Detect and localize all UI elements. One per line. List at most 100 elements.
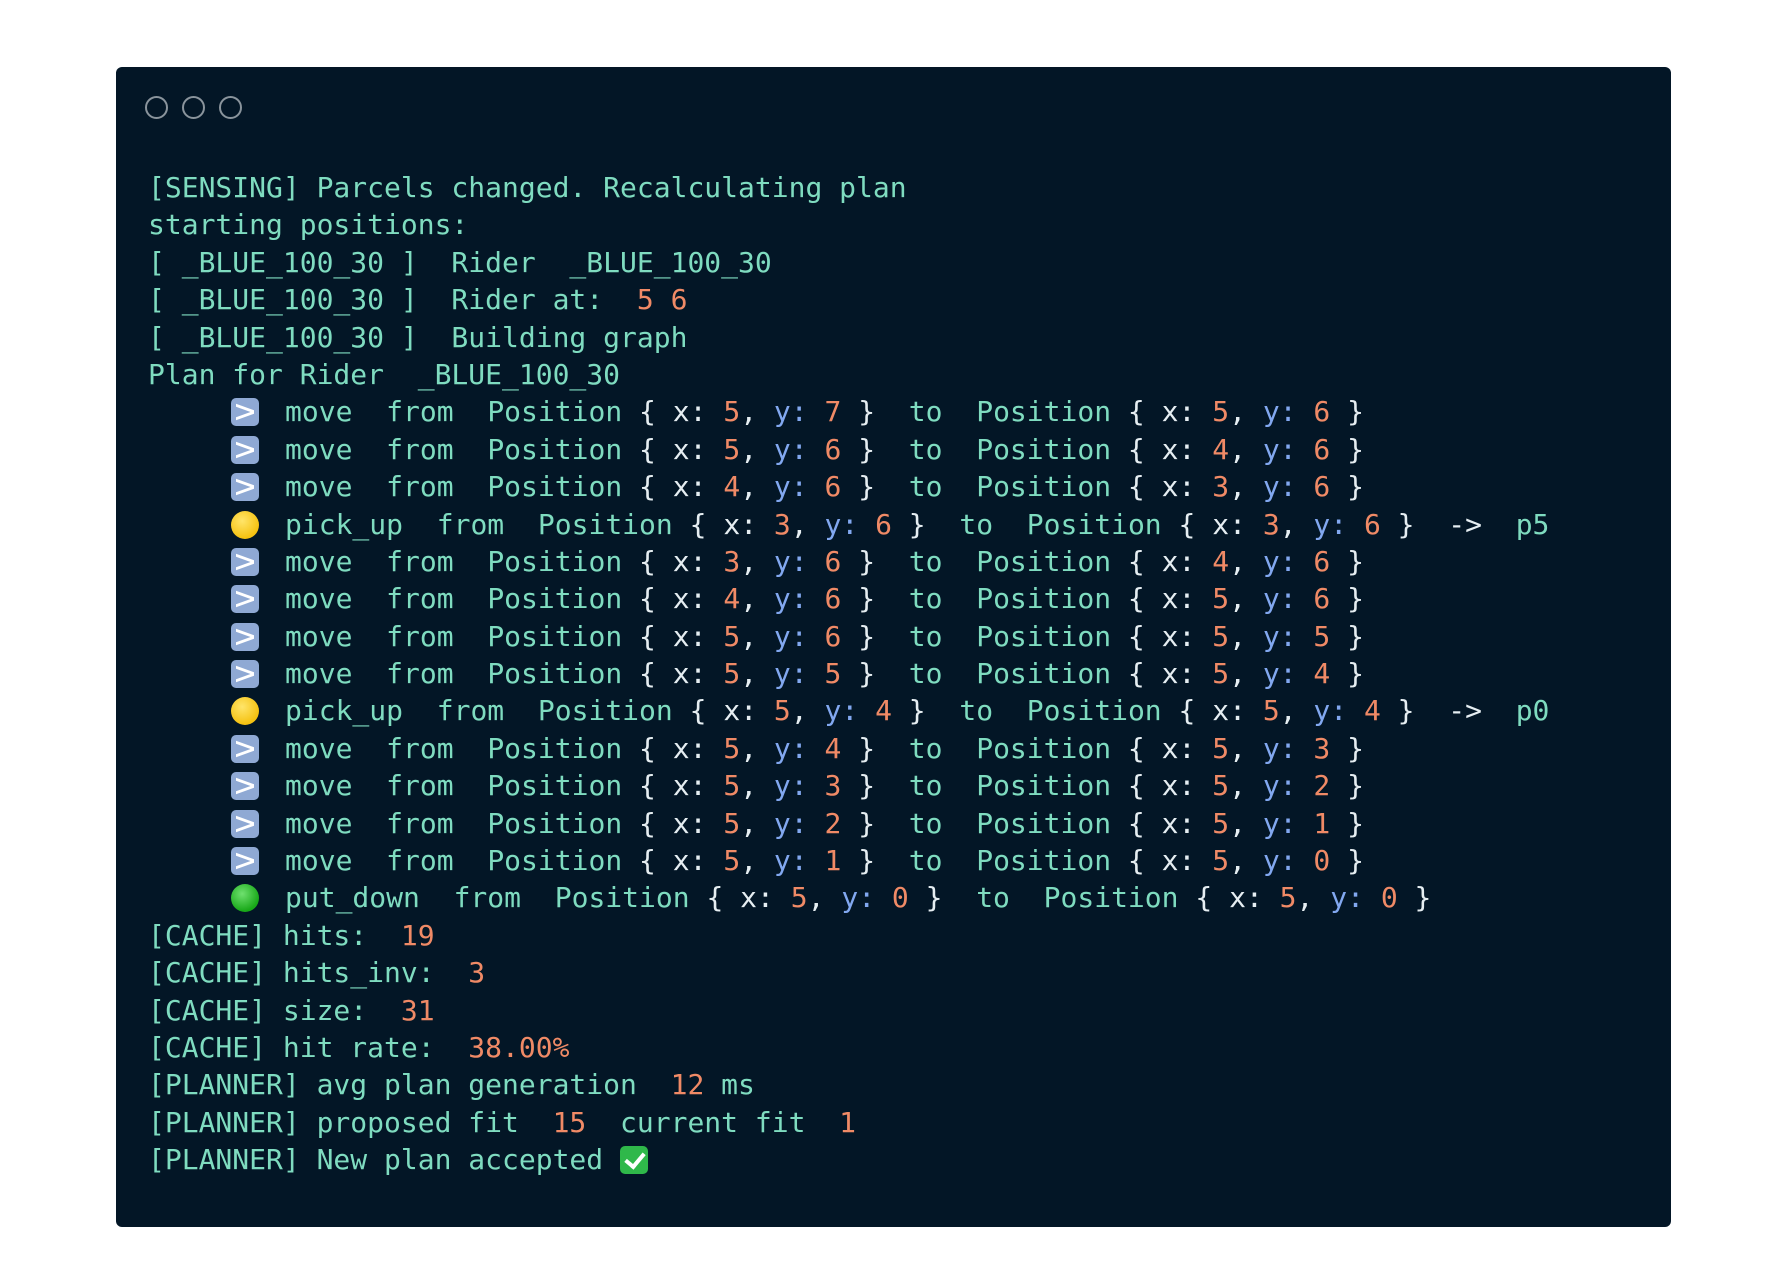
log-line: [PLANNER] proposed fit 15 current fit 1 [148,1104,1651,1141]
to-position-y: 5 [1313,619,1331,653]
brace: { [622,395,673,429]
from-position-y: 6 [824,582,842,616]
step-to-word: to [908,844,943,878]
plan-step: move from Position { x: 4, y: 6 } to Pos… [148,580,1651,617]
brace: { [1111,731,1162,765]
step-from-word: from [386,769,454,803]
position-word: Position [487,844,623,878]
window-dot-maximize[interactable] [219,96,242,119]
position-word: Position [976,395,1112,429]
comma: , [740,731,774,765]
step-action: pick_up [285,694,404,728]
colon: : [1279,619,1314,653]
plan-step: move from Position { x: 5, y: 2 } to Pos… [148,805,1651,842]
step-action: move [285,806,353,840]
brace: } [1330,657,1364,691]
x-key: x [1161,806,1179,840]
step-action: move [285,769,353,803]
position-word: Position [537,507,673,541]
y-key: y [1262,432,1280,466]
step-action: move [285,470,353,504]
colon: : [858,881,892,915]
comma: , [740,806,774,840]
from-position-x: 5 [723,432,741,466]
x-key: x [1161,657,1179,691]
from-position-y: 6 [824,544,842,578]
y-key: y [773,432,791,466]
log-value: 5 6 [636,283,688,317]
brace: { [689,881,741,915]
step-action: move [285,395,353,429]
from-position-y: 4 [875,694,892,728]
colon: : [1178,544,1213,578]
y-key: y [773,619,791,653]
from-position-x: 5 [773,694,791,728]
brace: } [1330,619,1364,653]
position-word: Position [537,694,673,728]
step-to-word: to [908,657,943,691]
colon: : [740,694,774,728]
brace: { [622,544,673,578]
step-action: move [285,619,353,653]
position-word: Position [976,769,1112,803]
x-key: x [1212,694,1230,728]
log-text: [CACHE] hit rate: [148,1030,469,1064]
window-dot-minimize[interactable] [182,96,205,119]
y-key: y [1262,806,1280,840]
step-from-word: from [386,432,454,466]
shuffle-icon [231,398,259,427]
log-text: [CACHE] size: [148,993,401,1027]
brace: { [622,806,673,840]
plan-step: move from Position { x: 3, y: 6 } to Pos… [148,543,1651,580]
parcel-id: p5 [1515,507,1550,541]
x-key: x [1161,582,1179,616]
brace: { [1111,657,1162,691]
y-key: y [773,806,791,840]
colon: : [790,844,825,878]
log-line: [PLANNER] New plan accepted [148,1141,1651,1178]
from-position-y: 5 [824,657,842,691]
yellow-circle-icon [231,697,259,726]
y-key: y [773,769,791,803]
plan-step: move from Position { x: 5, y: 4 } to Pos… [148,730,1651,767]
brace: } [891,507,926,541]
from-position-y: 3 [824,769,842,803]
x-key: x [1161,619,1179,653]
step-to-word: to [908,806,943,840]
x-key: x [1161,769,1179,803]
colon: : [790,432,825,466]
colon: : [1178,844,1213,878]
y-key: y [1262,731,1280,765]
brace: } [841,432,876,466]
y-key: y [824,694,842,728]
step-to-word: to [908,544,943,578]
from-position-y: 6 [824,470,842,504]
log-text: [ _BLUE_100_30 ] Rider _BLUE_100_30 [148,245,772,279]
log-text: [CACHE] hits_inv: [148,956,469,990]
step-to-word: to [959,507,994,541]
position-word: Position [487,657,623,691]
from-position-y: 6 [824,432,842,466]
brace: } [1330,844,1364,878]
colon: : [1279,806,1314,840]
colon: : [689,731,724,765]
position-word: Position [976,806,1112,840]
x-key: x [1161,844,1179,878]
step-to-word: to [908,769,943,803]
to-position-x: 5 [1212,582,1230,616]
colon: : [1330,694,1364,728]
to-position-y: 6 [1313,582,1331,616]
log-line: starting positions: [148,206,1651,243]
shuffle-icon [231,734,259,763]
log-text: [PLANNER] proposed fit [148,1105,553,1139]
comma: , [1229,470,1263,504]
comma: , [740,619,774,653]
window-dot-close[interactable] [145,96,168,119]
colon: : [1330,507,1364,541]
from-position-x: 5 [723,806,741,840]
x-key: x [723,507,741,541]
x-key: x [672,844,690,878]
to-position-y: 0 [1380,881,1398,915]
step-from-word: from [386,657,454,691]
colon: : [1229,507,1263,541]
